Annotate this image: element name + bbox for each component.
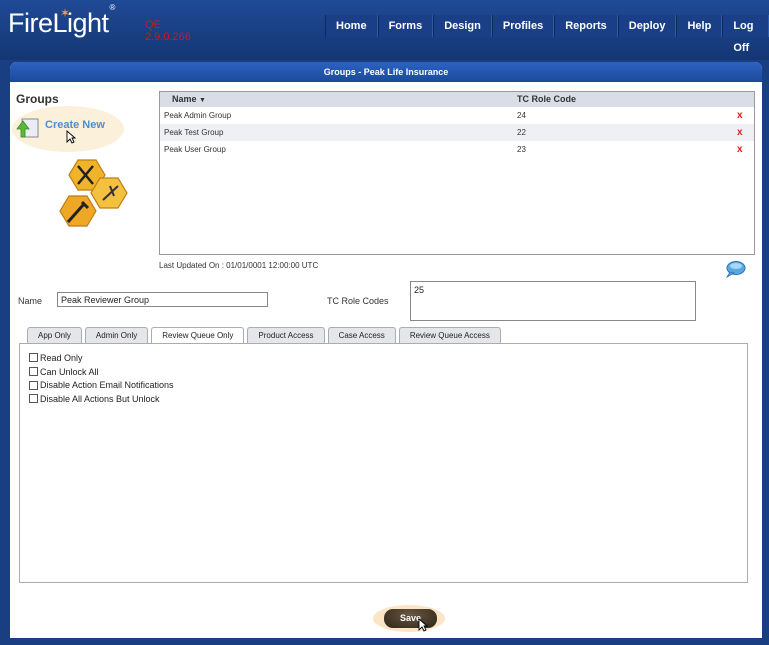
- tc-role-code-column-header[interactable]: TC Role Code: [517, 92, 717, 107]
- logo-text: FireLight: [8, 8, 109, 38]
- save-button[interactable]: Save: [384, 609, 437, 628]
- environment-version: 2.9.0.266: [145, 31, 191, 43]
- nav-help[interactable]: Help: [676, 15, 723, 37]
- permission-tabs: App Only Admin Only Review Queue Only Pr…: [27, 327, 504, 344]
- nav-reports[interactable]: Reports: [554, 15, 618, 37]
- name-label: Name: [18, 296, 43, 306]
- sort-desc-icon: ▼: [199, 97, 206, 104]
- table-row[interactable]: Peak User Group 23 x: [160, 141, 754, 158]
- tab-app-only[interactable]: App Only: [27, 327, 82, 343]
- delete-x-icon[interactable]: x: [737, 124, 747, 141]
- checkbox-label: Can Unlock All: [40, 366, 99, 377]
- checkbox-label: Disable All Actions But Unlock: [40, 393, 160, 404]
- disable-email-notifications-checkbox[interactable]: [29, 380, 38, 390]
- tc-role-codes-label: TC Role Codes: [327, 296, 389, 306]
- tab-review-queue-only[interactable]: Review Queue Only: [151, 327, 245, 344]
- role-code-cell: 24: [517, 111, 526, 120]
- mouse-pointer-icon: [418, 618, 428, 632]
- groups-heading: Groups: [16, 92, 59, 106]
- nav-design[interactable]: Design: [433, 15, 492, 37]
- tc-role-codes-input[interactable]: 25: [410, 281, 696, 321]
- app-header: FireLight® ✶ QE 2.9.0.266 Home Forms Des…: [0, 0, 769, 60]
- environment-name: QE: [145, 19, 161, 31]
- table-header: Name ▼ TC Role Code: [160, 92, 754, 107]
- chat-bubble-icon[interactable]: [724, 260, 746, 278]
- nav-profiles[interactable]: Profiles: [491, 15, 555, 37]
- tab-case-access[interactable]: Case Access: [327, 327, 396, 343]
- nav-home[interactable]: Home: [325, 15, 378, 37]
- mouse-pointer-icon: [66, 130, 76, 144]
- logo-flame-icon: ✶: [60, 6, 71, 20]
- groups-panel: Groups - Peak Life Insurance Groups Crea…: [10, 62, 762, 638]
- disable-all-actions-checkbox[interactable]: [29, 394, 38, 404]
- panel-title: Groups - Peak Life Insurance: [10, 62, 762, 82]
- top-nav: Home Forms Design Profiles Reports Deplo…: [325, 15, 769, 54]
- save-button-highlight: Save: [373, 605, 445, 632]
- delete-x-icon[interactable]: x: [737, 107, 747, 124]
- group-tools-icon: [59, 159, 128, 227]
- delete-x-icon[interactable]: x: [737, 141, 747, 158]
- logo-registered-mark: ®: [109, 3, 116, 12]
- table-row[interactable]: Peak Admin Group 24 x: [160, 107, 754, 124]
- checkbox-row: Disable All Actions But Unlock: [29, 392, 738, 406]
- checkbox-label: Disable Action Email Notifications: [40, 380, 174, 391]
- environment-label: QE 2.9.0.266: [145, 19, 191, 43]
- nav-forms[interactable]: Forms: [377, 15, 434, 37]
- create-new-button[interactable]: Create New: [12, 106, 124, 152]
- tab-review-queue-access[interactable]: Review Queue Access: [398, 327, 501, 343]
- groups-table: Name ▼ TC Role Code Peak Admin Group 24 …: [159, 91, 755, 255]
- upload-arrow-icon: [16, 118, 39, 138]
- nav-deploy[interactable]: Deploy: [617, 15, 677, 37]
- nav-log-off[interactable]: Log Off: [722, 15, 769, 54]
- can-unlock-all-checkbox[interactable]: [29, 367, 38, 377]
- checkbox-row: Can Unlock All: [29, 365, 738, 379]
- read-only-checkbox[interactable]: [29, 353, 38, 363]
- tab-content-panel: Read Only Can Unlock All Disable Action …: [19, 343, 748, 583]
- tab-product-access[interactable]: Product Access: [247, 327, 325, 343]
- role-code-cell: 22: [517, 128, 526, 137]
- group-name-cell: Peak Test Group: [164, 128, 224, 137]
- group-name-cell: Peak User Group: [164, 145, 226, 154]
- name-column-header[interactable]: Name ▼: [160, 92, 517, 107]
- checkbox-row: Read Only: [29, 351, 738, 365]
- tab-admin-only[interactable]: Admin Only: [84, 327, 149, 343]
- checkbox-row: Disable Action Email Notifications: [29, 378, 738, 392]
- checkbox-label: Read Only: [40, 352, 83, 363]
- last-updated-text: Last Updated On : 01/01/0001 12:00:00 UT…: [159, 261, 319, 270]
- group-name-cell: Peak Admin Group: [164, 111, 232, 120]
- group-name-input[interactable]: [57, 292, 268, 307]
- role-code-cell: 23: [517, 145, 526, 154]
- table-row[interactable]: Peak Test Group 22 x: [160, 124, 754, 141]
